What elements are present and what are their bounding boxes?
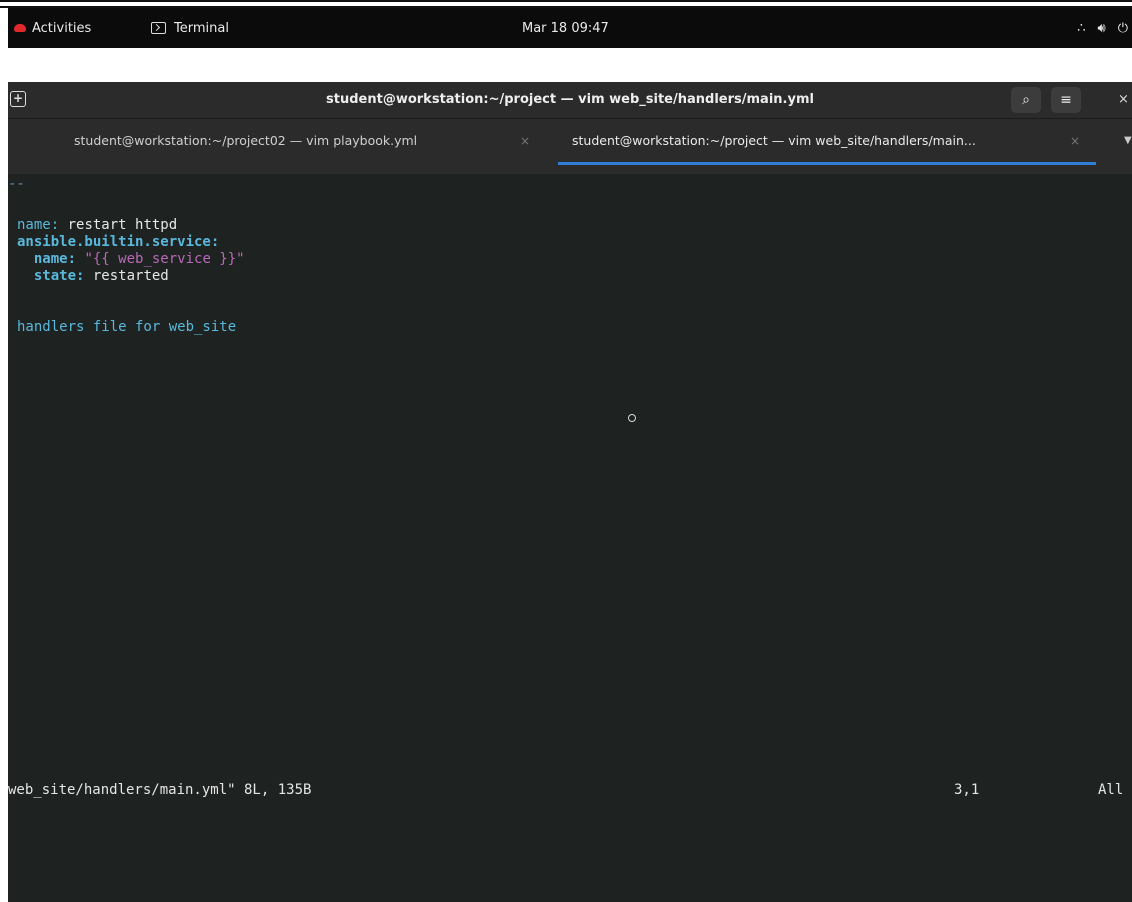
vim-status-file: web_site/handlers/main.yml" 8L, 135B — [8, 782, 312, 798]
yaml-key: name — [33, 251, 68, 267]
yaml-doc-start: -- — [8, 176, 25, 192]
screen-border-top — [0, 0, 1132, 2]
editor-line-2: ansible.builtin.service: — [17, 234, 220, 250]
window-title: student@workstation:~/project — vim web_… — [326, 92, 814, 107]
volume-icon: 🔊︎ — [1097, 20, 1106, 36]
yaml-key: name — [17, 217, 51, 233]
app-menu-label: Terminal — [174, 20, 229, 36]
vim-status-scroll: All — [1098, 782, 1124, 798]
terminal-viewport[interactable]: -- name: restart httpd ansible.builtin.s… — [8, 174, 1132, 902]
yaml-key: state — [33, 268, 77, 284]
yaml-value: restarted — [84, 268, 169, 284]
editor-line-4: state: restarted — [33, 268, 169, 284]
yaml-key: ansible.builtin.service — [17, 234, 211, 250]
tab-overflow-chevron-down-icon[interactable]: ▼ — [1124, 119, 1132, 163]
tab-project-active[interactable]: student@workstation:~/project — vim web_… — [556, 119, 1108, 175]
yaml-value: restart httpd — [59, 217, 178, 233]
network-icon: ∴ — [1077, 20, 1086, 36]
activities-button[interactable]: Activities — [14, 8, 91, 48]
yaml-string: "{{ web_service }}" — [84, 251, 245, 267]
hamburger-menu-icon: ≡ — [1060, 92, 1072, 108]
search-icon: ⌕ — [1022, 92, 1030, 108]
gnome-top-bar: Activities Terminal Mar 18 09:47 ∴ 🔊︎ ⏻ — [8, 8, 1132, 48]
editor-line-1: name: restart httpd — [17, 217, 178, 233]
power-icon: ⏻ — [1117, 20, 1128, 36]
clock[interactable]: Mar 18 09:47 — [522, 8, 609, 48]
tab-close-icon[interactable]: × — [1070, 119, 1080, 163]
terminal-icon — [151, 22, 166, 34]
vim-status-position: 3,1 — [954, 782, 980, 798]
activities-label: Activities — [32, 20, 92, 36]
tab-close-icon[interactable]: × — [520, 119, 530, 163]
system-tray[interactable]: ∴ 🔊︎ ⏻ — [1077, 8, 1132, 48]
tab-label: student@workstation:~/project02 — vim pl… — [74, 133, 418, 148]
app-menu-terminal[interactable]: Terminal — [151, 8, 229, 48]
menu-button[interactable]: ≡ — [1051, 87, 1081, 113]
tab-project02[interactable]: student@workstation:~/project02 — vim pl… — [8, 119, 556, 175]
editor-line-3: name: "{{ web_service }}" — [33, 251, 245, 267]
active-tab-indicator — [558, 162, 1096, 165]
mouse-pointer-icon — [628, 414, 636, 422]
close-icon: × — [1118, 92, 1129, 107]
tab-label: student@workstation:~/project — vim web_… — [572, 133, 976, 148]
window-close-button[interactable]: × — [1118, 82, 1129, 118]
search-button[interactable]: ⌕ — [1011, 87, 1041, 113]
terminal-tab-bar: student@workstation:~/project02 — vim pl… — [8, 118, 1132, 175]
screen-border-left — [0, 8, 8, 902]
redhat-logo-icon — [14, 24, 26, 32]
terminal-headerbar: + student@workstation:~/project — vim we… — [8, 82, 1132, 118]
editor-comment-line: handlers file for web_site — [17, 319, 237, 335]
